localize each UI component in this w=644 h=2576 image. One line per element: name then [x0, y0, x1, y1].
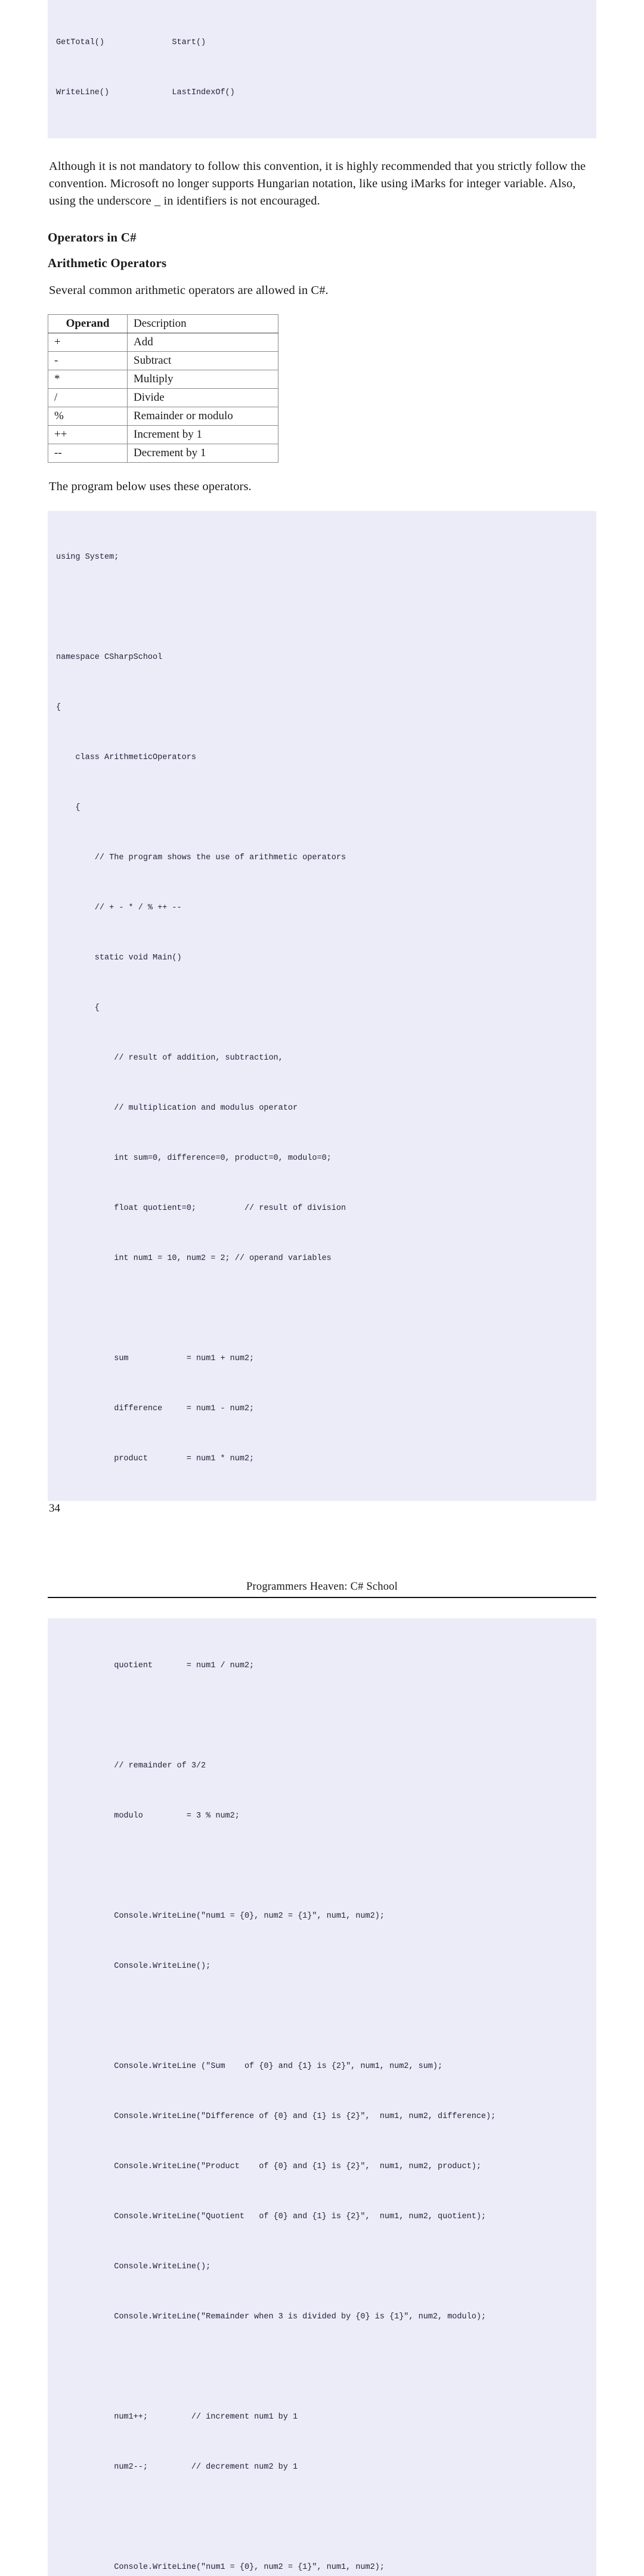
code-line: GetTotal() Start(): [56, 38, 206, 47]
header-divider: [48, 1597, 596, 1598]
cell-description: Increment by 1: [127, 425, 278, 444]
arithmetic-intro-wrapper: Several common arithmetic operators are …: [48, 282, 596, 299]
code-line: Console.WriteLine();: [56, 1962, 211, 1971]
top-code-wrapper: GetTotal() Start() WriteLine() LastIndex…: [48, 0, 596, 138]
code-line: int num1 = 10, num2 = 2; // operand vari…: [56, 1254, 332, 1263]
code-line: Console.WriteLine("num1 = {0}, num2 = {1…: [56, 2563, 385, 2572]
intro-paragraph: Although it is not mandatory to follow t…: [49, 160, 586, 208]
page-number: 34: [49, 1502, 60, 1515]
cell-description: Multiply: [127, 370, 278, 389]
cell-operand: *: [48, 370, 128, 389]
operand-table-body: + Add - Subtract * Multiply / Divide % R…: [48, 333, 278, 463]
operand-table-wrapper: Operand Description + Add - Subtract * M…: [48, 314, 596, 463]
code-line: product = num1 * num2;: [56, 1454, 255, 1463]
running-head: Programmers Heaven: C# School: [246, 1581, 398, 1593]
code-line: // The program shows the use of arithmet…: [56, 853, 346, 862]
code-line: Console.WriteLine("num1 = {0}, num2 = {1…: [56, 1912, 385, 1921]
page-gap: [0, 1515, 644, 1581]
code-line: Console.WriteLine();: [56, 2262, 211, 2271]
cell-operand: --: [48, 444, 128, 463]
code-line: num1++; // increment num1 by 1: [56, 2413, 298, 2422]
cell-operand: -: [48, 351, 128, 370]
code-line: // remainder of 3/2: [56, 1761, 206, 1770]
code-line: Console.WriteLine("Product of {0} and {1…: [56, 2162, 481, 2171]
cell-description: Subtract: [127, 351, 278, 370]
code-line: modulo = 3 % num2;: [56, 1812, 240, 1820]
cell-operand: %: [48, 407, 128, 426]
table-row: * Multiply: [48, 370, 278, 389]
code-line: {: [56, 1004, 100, 1013]
column-header-description: Description: [127, 314, 278, 333]
intro-paragraph-wrapper: Although it is not mandatory to follow t…: [48, 158, 596, 210]
code-line: float quotient=0; // result of division: [56, 1204, 346, 1213]
code-line: Console.WriteLine ("Sum of {0} and {1} i…: [56, 2062, 443, 2071]
code-line: {: [56, 803, 80, 812]
code-line: Console.WriteLine("Remainder when 3 is d…: [56, 2312, 487, 2321]
table-row: -- Decrement by 1: [48, 444, 278, 463]
code-line: Console.WriteLine("Quotient of {0} and {…: [56, 2212, 487, 2221]
column-header-operand: Operand: [48, 314, 128, 333]
cell-operand: /: [48, 388, 128, 407]
page-35: Programmers Heaven: C# School quotient =…: [0, 1581, 644, 2576]
code-line: quotient = num1 / num2;: [56, 1661, 255, 1670]
heading-arithmetic-operators: Arithmetic Operators: [48, 256, 167, 270]
table-row: % Remainder or modulo: [48, 407, 278, 426]
operand-table: Operand Description + Add - Subtract * M…: [48, 314, 278, 463]
table-row: ++ Increment by 1: [48, 425, 278, 444]
operand-table-head: Operand Description: [48, 314, 278, 333]
code-line: sum = num1 + num2;: [56, 1354, 255, 1363]
code-line: int sum=0, difference=0, product=0, modu…: [56, 1154, 332, 1163]
table-row: + Add: [48, 333, 278, 352]
running-head-wrapper: Programmers Heaven: C# School: [48, 1581, 596, 1598]
cell-operand: ++: [48, 425, 128, 444]
operators-heading-wrapper: Operators in C#: [48, 230, 596, 245]
code-block-2: quotient = num1 / num2; // remainder of …: [48, 1618, 596, 2576]
code-line: WriteLine() LastIndexOf(): [56, 88, 235, 97]
code-line: // result of addition, subtraction,: [56, 1054, 283, 1063]
cell-description: Add: [127, 333, 278, 352]
code-line: {: [56, 703, 61, 712]
code-block-1-wrapper: using System; namespace CSharpSchool { c…: [48, 511, 596, 1501]
code-line: num2--; // decrement num2 by 1: [56, 2463, 298, 2472]
code-line: // multiplication and modulus operator: [56, 1104, 298, 1113]
code-line: class ArithmeticOperators: [56, 753, 196, 762]
cell-description: Remainder or modulo: [127, 407, 278, 426]
cell-operand: +: [48, 333, 128, 352]
cell-description: Decrement by 1: [127, 444, 278, 463]
code-block-1: using System; namespace CSharpSchool { c…: [48, 511, 596, 1501]
table-header-row: Operand Description: [48, 314, 278, 333]
code-line: namespace CSharpSchool: [56, 653, 163, 662]
code-line: // + - * / % ++ --: [56, 903, 182, 912]
cell-description: Divide: [127, 388, 278, 407]
program-intro-paragraph: The program below uses these operators.: [49, 480, 252, 493]
program-intro-wrapper: The program below uses these operators.: [48, 478, 596, 496]
code-block-top: GetTotal() Start() WriteLine() LastIndex…: [48, 0, 596, 138]
arithmetic-heading-wrapper: Arithmetic Operators: [48, 256, 596, 271]
page-number-wrapper: 34: [48, 1502, 596, 1515]
table-row: / Divide: [48, 388, 278, 407]
code-line: difference = num1 - num2;: [56, 1404, 255, 1413]
heading-operators-in-csharp: Operators in C#: [48, 230, 137, 244]
code-line: Console.WriteLine("Difference of {0} and…: [56, 2112, 496, 2121]
code-line: static void Main(): [56, 953, 182, 962]
table-row: - Subtract: [48, 351, 278, 370]
arithmetic-intro-paragraph: Several common arithmetic operators are …: [49, 284, 329, 297]
code-block-2-wrapper: quotient = num1 / num2; // remainder of …: [48, 1618, 596, 2576]
code-line: using System;: [56, 553, 119, 562]
